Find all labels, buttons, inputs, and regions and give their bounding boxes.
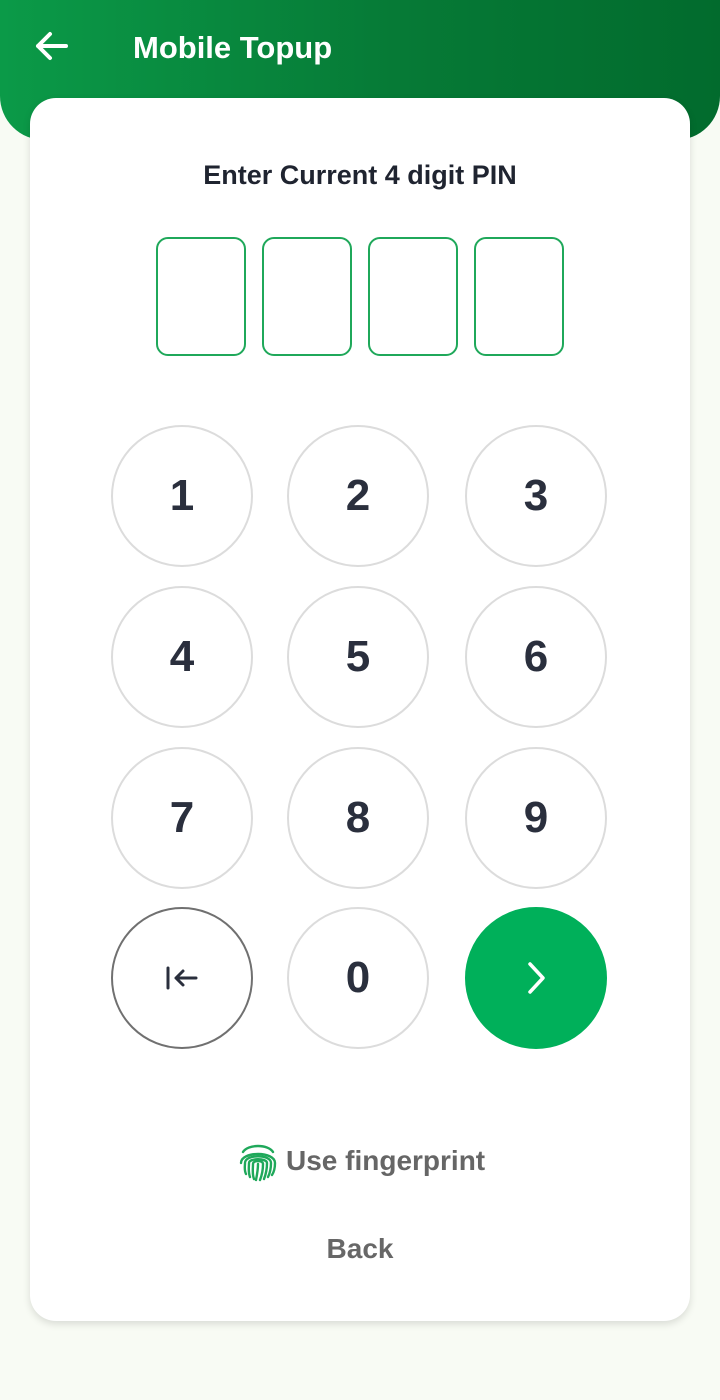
page-title: Mobile Topup xyxy=(133,30,333,65)
back-link[interactable]: Back xyxy=(327,1233,394,1264)
use-fingerprint-button[interactable]: Use fingerprint xyxy=(236,1139,485,1183)
keypad-key-4[interactable]: 4 xyxy=(111,586,253,728)
back-arrow-icon[interactable] xyxy=(30,24,74,68)
pin-prompt: Enter Current 4 digit PIN xyxy=(203,160,517,190)
pin-digit-box-4[interactable] xyxy=(474,237,564,356)
backspace-button[interactable] xyxy=(111,907,253,1049)
keypad-key-9[interactable]: 9 xyxy=(465,747,607,889)
keypad-key-6[interactable]: 6 xyxy=(465,586,607,728)
keypad-key-3[interactable]: 3 xyxy=(465,425,607,567)
keypad-key-7[interactable]: 7 xyxy=(111,747,253,889)
back-link-row: Back xyxy=(0,1230,720,1268)
keypad-key-0[interactable]: 0 xyxy=(287,907,429,1049)
keypad-key-1[interactable]: 1 xyxy=(111,425,253,567)
submit-button[interactable] xyxy=(465,907,607,1049)
use-fingerprint-label: Use fingerprint xyxy=(286,1145,486,1176)
chevron-right-icon xyxy=(528,962,545,994)
fingerprint-icon xyxy=(239,1144,277,1182)
keypad-key-5[interactable]: 5 xyxy=(287,586,429,728)
backspace-icon xyxy=(166,966,198,990)
pin-digit-box-1[interactable] xyxy=(156,237,246,356)
keypad-key-2[interactable]: 2 xyxy=(287,425,429,567)
pin-digit-box-2[interactable] xyxy=(262,237,352,356)
pin-digit-box-3[interactable] xyxy=(368,237,458,356)
keypad-key-8[interactable]: 8 xyxy=(287,747,429,889)
